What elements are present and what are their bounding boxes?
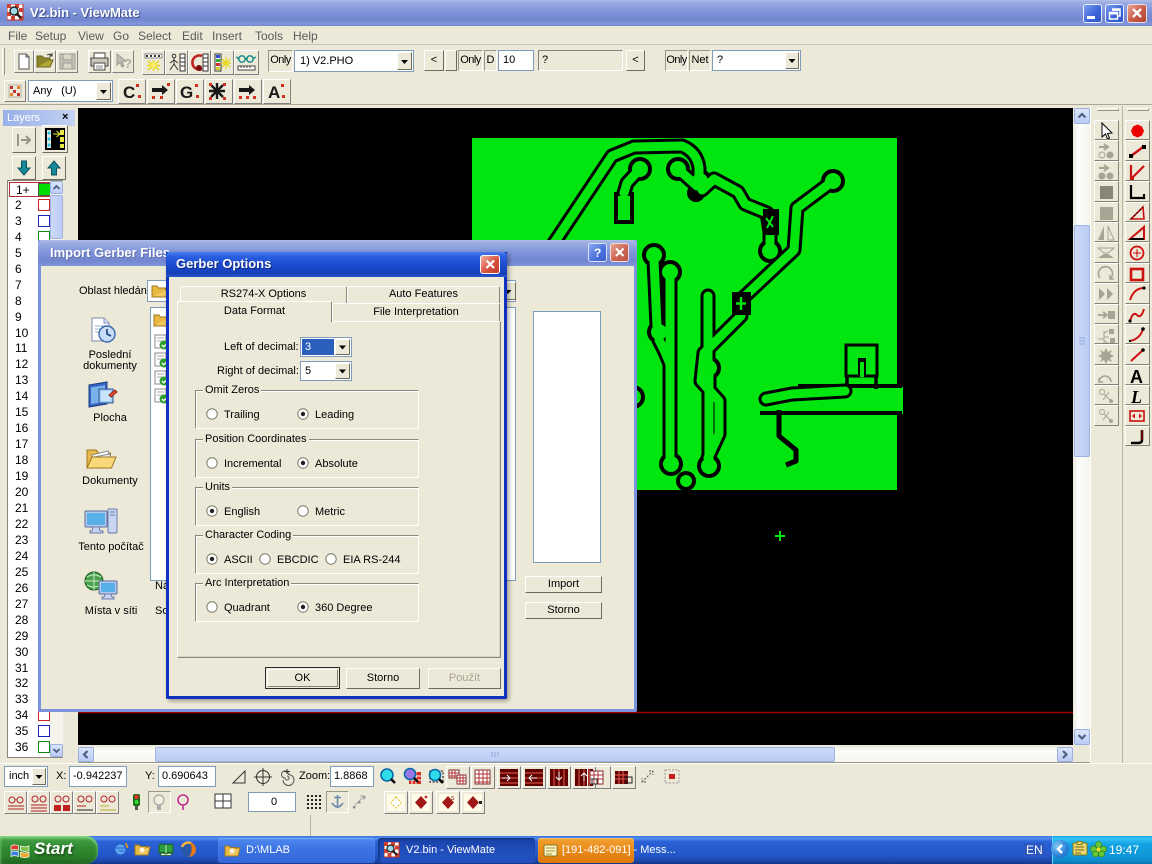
svg-text:L: L [1130, 387, 1142, 405]
svg-text:A: A [268, 83, 280, 102]
svg-text:G: G [180, 83, 193, 102]
svg-text:s: s [451, 795, 455, 802]
svg-text:?: ? [594, 246, 601, 260]
svg-text:?: ? [124, 56, 132, 71]
svg-text:C: C [123, 83, 135, 102]
svg-text:A: A [1130, 367, 1143, 385]
